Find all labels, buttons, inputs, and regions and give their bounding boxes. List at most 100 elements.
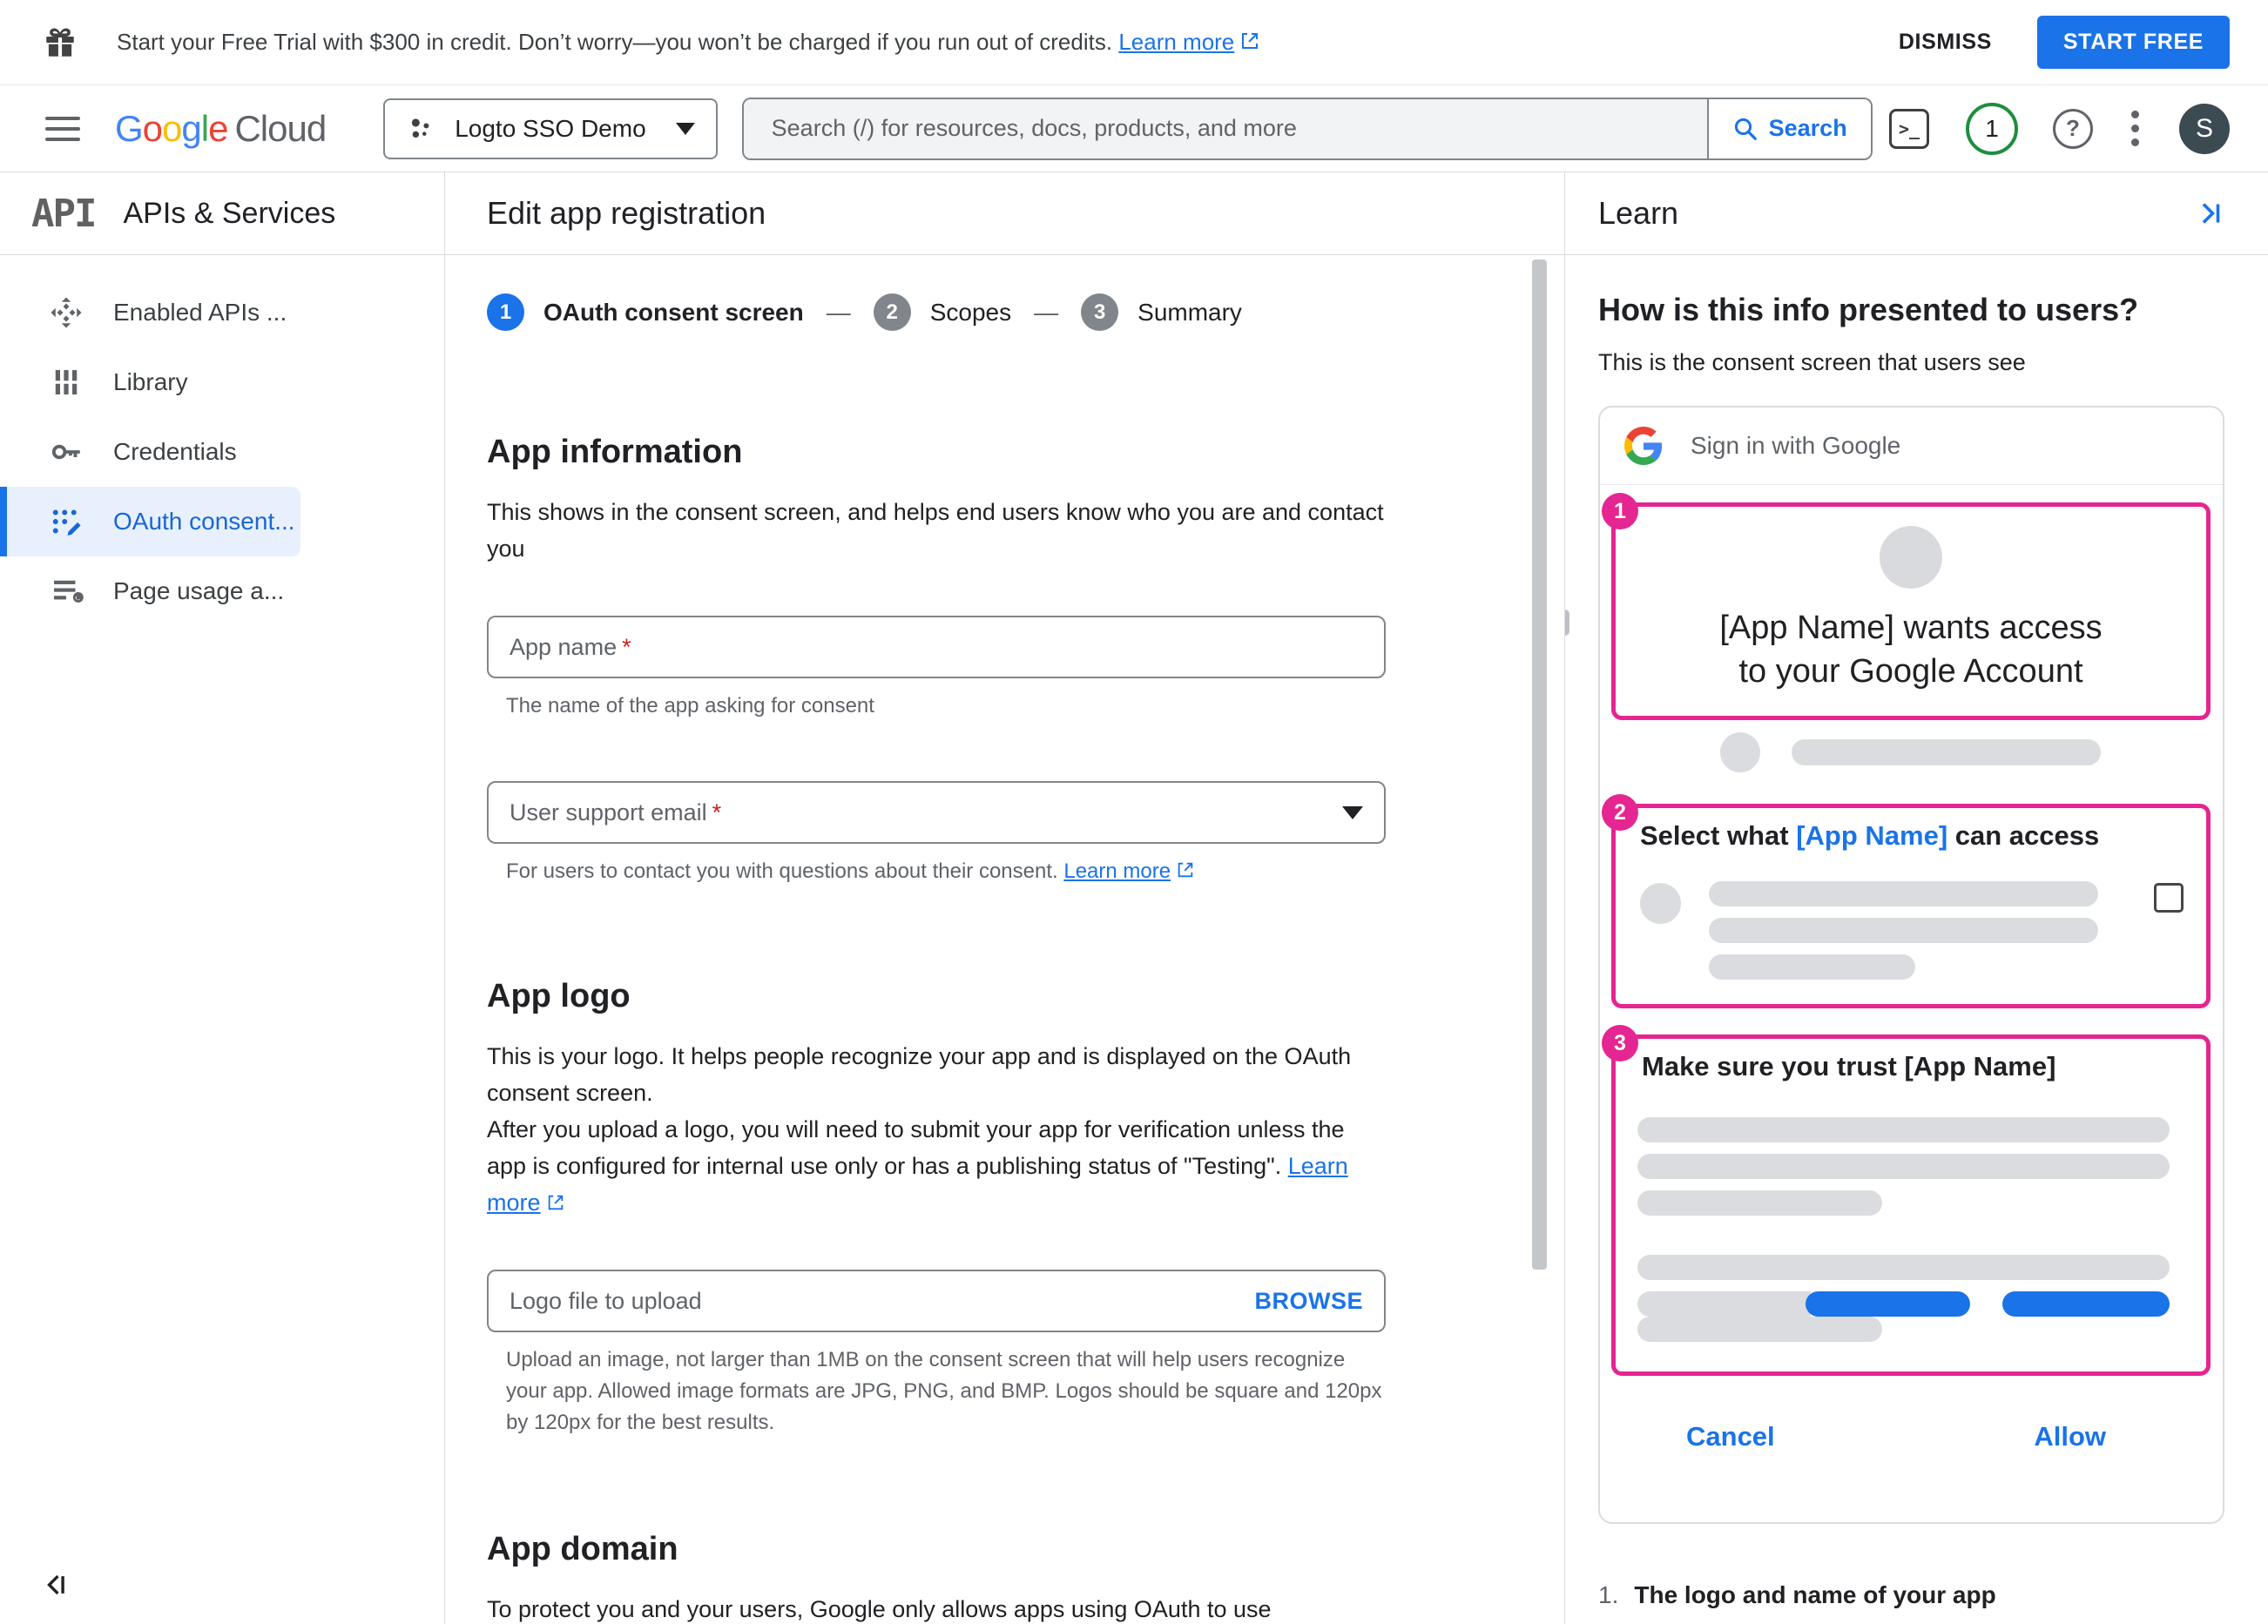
legend-number: 1. — [1598, 1581, 1619, 1608]
sidebar-item-label: Library — [113, 368, 188, 395]
oauth-consent-icon — [52, 509, 81, 536]
sidebar-header: API APIs & Services — [0, 172, 444, 255]
learn-subheading: This is the consent screen that users se… — [1598, 349, 2026, 375]
callout-badge-3: 3 — [1602, 1025, 1638, 1061]
main-scrollbar[interactable] — [1532, 259, 1547, 1270]
step-number: 1 — [487, 293, 524, 331]
banner-learn-more-link[interactable]: Learn more — [1118, 29, 1234, 55]
search-button[interactable]: Search — [1706, 98, 1871, 158]
gift-icon — [46, 28, 74, 57]
sidebar-item-enabled-apis[interactable]: Enabled APIs ... — [0, 278, 444, 347]
skeleton-bar — [1637, 1190, 1883, 1216]
help-icon[interactable]: ? — [2053, 108, 2093, 149]
allow-button: Allow — [2034, 1421, 2106, 1452]
dismiss-button[interactable]: DISMISS — [1878, 17, 2013, 67]
content-area: API APIs & Services Enabled APIs ... Lib… — [0, 172, 2268, 1624]
main-panel: Edit app registration 1 OAuth consent sc… — [445, 172, 1564, 1624]
search-input[interactable] — [743, 115, 1707, 142]
logo-letter: e — [208, 107, 228, 149]
project-selector[interactable]: Logto SSO Demo — [383, 98, 718, 159]
sidebar-item-label: Page usage a... — [113, 577, 285, 604]
learn-header: Learn — [1565, 172, 2268, 255]
search-button-label: Search — [1768, 115, 1847, 141]
sidebar-item-page-usage[interactable]: Page usage a... — [0, 556, 444, 626]
skeleton-bar — [1637, 1317, 1883, 1342]
learn-panel: Learn How is this info presented to user… — [1564, 172, 2268, 1624]
skeleton-link-row — [1637, 1291, 2170, 1317]
step-number: 3 — [1081, 293, 1119, 331]
section-description: To protect you and your users, Google on… — [487, 1596, 1272, 1622]
library-icon — [55, 370, 78, 394]
main-body: 1 OAuth consent screen — 2 Scopes — 3 Su… — [445, 255, 1564, 1624]
panel-resize-handle[interactable] — [1565, 610, 1569, 636]
scopes-title: Select what [App Name] can access — [1640, 820, 2184, 852]
stepper: 1 OAuth consent screen — 2 Scopes — 3 Su… — [487, 293, 1486, 331]
skeleton-bar — [1637, 1255, 2170, 1280]
step-oauth-consent-screen[interactable]: 1 OAuth consent screen — [487, 293, 804, 331]
enabled-apis-icon — [51, 297, 82, 328]
browse-button[interactable]: BROWSE — [1255, 1288, 1364, 1315]
app-name-label: App name — [510, 633, 618, 660]
account-row-skeleton — [1720, 732, 2211, 772]
helper-text: For users to contact you with questions … — [506, 859, 1064, 883]
section-heading: App logo — [487, 978, 631, 1014]
section-description: This shows in the consent screen, and he… — [487, 499, 1384, 562]
skeleton-bar — [1637, 1154, 2170, 1179]
step-summary[interactable]: 3 Summary — [1081, 293, 1242, 331]
step-label: Scopes — [929, 298, 1012, 326]
app-name-field[interactable]: App name * — [487, 616, 1386, 678]
sidebar-title: APIs & Services — [123, 196, 336, 230]
app-information-section: App information This shows in the consen… — [487, 434, 1486, 887]
menu-icon[interactable] — [45, 110, 80, 148]
google-g-icon — [1624, 427, 1663, 465]
sidebar-item-oauth-consent[interactable]: OAuth consent... — [0, 487, 300, 556]
start-free-button[interactable]: START FREE — [2036, 16, 2230, 69]
callout-badge-2: 2 — [1602, 794, 1638, 831]
section-heading: App information — [487, 434, 743, 470]
collapse-panel-icon[interactable] — [2193, 198, 2224, 229]
key-icon — [51, 444, 80, 460]
cloud-shell-icon[interactable]: >_ — [1889, 108, 1929, 149]
email-learn-more-link[interactable]: Learn more — [1063, 859, 1171, 883]
trust-text-skeleton — [1637, 1117, 2170, 1342]
sidebar-item-library[interactable]: Library — [0, 347, 444, 417]
skeleton-bar — [1709, 881, 2098, 906]
account-email-skeleton — [1792, 739, 2101, 765]
scopes-title-appname: [App Name] — [1796, 820, 1948, 851]
avatar[interactable]: S — [2179, 103, 2230, 154]
learn-question-heading: How is this info presented to users? — [1598, 292, 2139, 327]
sidebar-item-label: Enabled APIs ... — [113, 299, 287, 326]
google-cloud-logo[interactable]: Google Cloud — [115, 107, 327, 150]
skeleton-link-bar — [2001, 1291, 2170, 1317]
step-label: OAuth consent screen — [543, 298, 804, 326]
project-name: Logto SSO Demo — [455, 114, 646, 142]
nav-icons: >_ 1 ? S — [1889, 102, 2230, 155]
logo-letter: o — [162, 107, 182, 149]
skeleton-link-bar — [1805, 1291, 1970, 1317]
skeleton-bar — [1709, 918, 2098, 943]
required-mark: * — [712, 799, 722, 825]
more-options-icon[interactable] — [2131, 104, 2139, 152]
sidebar-item-credentials[interactable]: Credentials — [0, 417, 444, 487]
collapse-sidebar-button[interactable] — [42, 1570, 71, 1600]
step-separator: — — [826, 298, 851, 326]
step-scopes[interactable]: 2 Scopes — [873, 293, 1012, 331]
cancel-button: Cancel — [1686, 1421, 1775, 1452]
user-support-email-helper: For users to contact you with questions … — [506, 856, 1386, 887]
callout-badge-1: 1 — [1602, 493, 1638, 529]
notifications-badge[interactable]: 1 — [1966, 102, 2018, 155]
logo-cloud-text: Cloud — [234, 107, 327, 149]
logo-upload-field[interactable]: Logo file to upload BROWSE — [487, 1270, 1386, 1332]
banner-message: Start your Free Trial with $300 in credi… — [117, 29, 1260, 56]
learn-title: Learn — [1598, 195, 1679, 231]
logo-letter: l — [200, 107, 209, 149]
scopes-title-text: can access — [1947, 820, 2100, 851]
consent-title: [App Name] wants access to your Google A… — [1719, 610, 2103, 690]
project-icon — [412, 118, 429, 138]
dropdown-caret-icon — [1342, 805, 1363, 819]
consent-card-body: 1 [App Name] wants access to your Google… — [1600, 485, 2223, 1522]
legend-text: The logo and name of your app — [1634, 1581, 1996, 1608]
chevron-down-icon — [675, 122, 695, 135]
highlight-box-scopes: 2 Select what [App Name] can access — [1602, 794, 2211, 1008]
user-support-email-select[interactable]: User support email * — [487, 781, 1386, 844]
